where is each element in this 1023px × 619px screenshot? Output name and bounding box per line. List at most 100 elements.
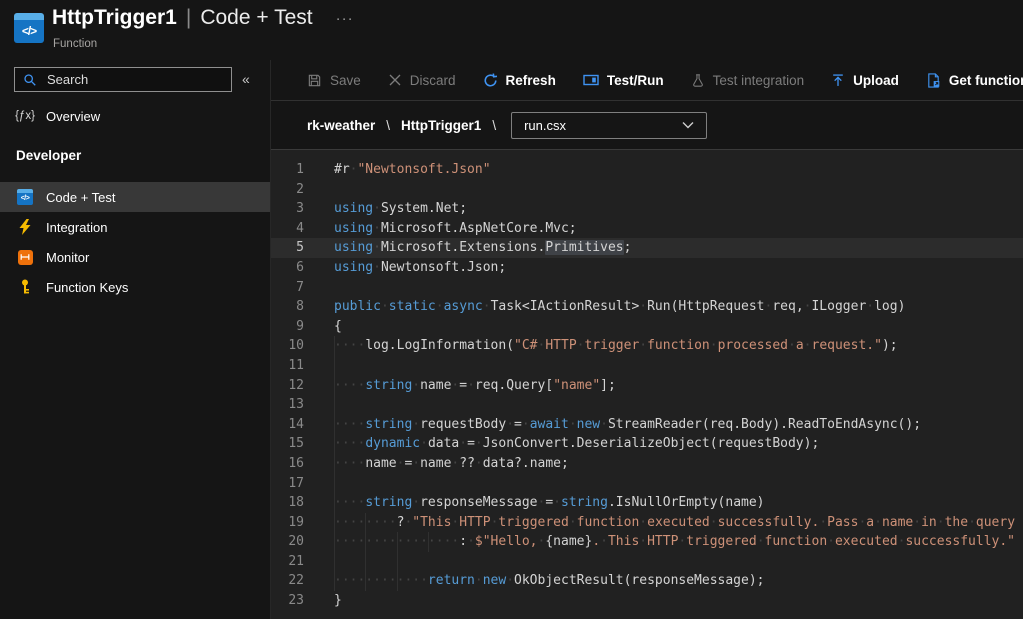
upload-button[interactable]: Upload bbox=[831, 73, 899, 88]
file-dropdown-value: run.csx bbox=[524, 118, 566, 133]
search-icon bbox=[23, 73, 37, 87]
line-number: 10 bbox=[271, 336, 304, 356]
sidebar-item-label: Function Keys bbox=[46, 280, 128, 295]
sidebar-item-monitor[interactable]: Monitor bbox=[0, 242, 270, 272]
code-line[interactable]: 7 bbox=[271, 278, 1023, 298]
line-number: 21 bbox=[271, 552, 304, 572]
refresh-button[interactable]: Refresh bbox=[483, 73, 556, 88]
sidebar-item-integration[interactable]: Integration bbox=[0, 212, 270, 242]
function-app-icon: </> bbox=[14, 13, 44, 43]
line-number: 1 bbox=[271, 160, 304, 180]
fx-icon: {ƒx} bbox=[16, 110, 34, 122]
line-number: 11 bbox=[271, 356, 304, 376]
discard-button: Discard bbox=[388, 73, 456, 88]
breadcrumb: rk-weather \ HttpTrigger1 \ run.csx bbox=[271, 101, 1023, 150]
sidebar-item-label: Integration bbox=[46, 220, 107, 235]
breadcrumb-separator: \ bbox=[492, 118, 496, 133]
page-subtitle: Function bbox=[53, 38, 97, 50]
save-icon bbox=[307, 73, 322, 88]
code-line[interactable]: 5using·Microsoft.Extensions.Primitives; bbox=[271, 238, 1023, 258]
get-function-url-button[interactable]: Get function URL bbox=[926, 73, 1023, 88]
sidebar-item-code-test[interactable]: </> Code + Test bbox=[0, 182, 270, 212]
search-box[interactable] bbox=[14, 67, 232, 92]
code-line[interactable]: 21 bbox=[271, 552, 1023, 572]
sidebar-item-label: Monitor bbox=[46, 250, 89, 265]
key-icon bbox=[16, 279, 34, 295]
monitor-icon bbox=[16, 250, 34, 265]
line-number: 22 bbox=[271, 571, 304, 591]
line-number: 4 bbox=[271, 219, 304, 239]
test-run-icon bbox=[583, 73, 599, 87]
main-content: Save Discard Refresh Test/Run Test integrati… bbox=[270, 60, 1023, 619]
code-editor[interactable]: 1#r·"Newtonsoft.Json"23using·System.Net;… bbox=[271, 150, 1023, 619]
toolbar-button-label: Get function URL bbox=[949, 73, 1023, 88]
code-line[interactable]: 4using·Microsoft.AspNetCore.Mvc; bbox=[271, 219, 1023, 239]
breadcrumb-function[interactable]: HttpTrigger1 bbox=[401, 118, 481, 133]
code-line[interactable]: 20················:·$"Hello,·{name}.·Thi… bbox=[271, 532, 1023, 552]
more-menu-button[interactable]: ··· bbox=[336, 10, 354, 27]
title-view-name: Code + Test bbox=[200, 6, 312, 30]
line-number: 6 bbox=[271, 258, 304, 278]
toolbar: Save Discard Refresh Test/Run Test integrati… bbox=[271, 60, 1023, 101]
toolbar-button-label: Test integration bbox=[713, 73, 805, 88]
toolbar-button-label: Test/Run bbox=[607, 73, 664, 88]
line-number: 16 bbox=[271, 454, 304, 474]
line-number: 2 bbox=[271, 180, 304, 200]
line-number: 8 bbox=[271, 297, 304, 317]
sidebar: « {ƒx} Overview Developer </>Code + Test… bbox=[0, 60, 270, 619]
code-line[interactable]: 10····log.LogInformation("C#·HTTP·trigge… bbox=[271, 336, 1023, 356]
lightning-icon bbox=[16, 219, 34, 235]
sidebar-collapse-button[interactable]: « bbox=[242, 71, 250, 87]
code-line[interactable]: 12····string·name·=·req.Query["name"]; bbox=[271, 376, 1023, 396]
code-line[interactable]: 17 bbox=[271, 474, 1023, 494]
code-line[interactable]: 19········?·"This·HTTP·triggered·functio… bbox=[271, 513, 1023, 533]
flask-icon bbox=[691, 73, 705, 88]
line-number: 14 bbox=[271, 415, 304, 435]
line-number: 12 bbox=[271, 376, 304, 396]
code-line[interactable]: 13 bbox=[271, 395, 1023, 415]
line-number: 23 bbox=[271, 591, 304, 611]
sidebar-item-overview[interactable]: {ƒx} Overview bbox=[0, 101, 286, 131]
sidebar-item-function-keys[interactable]: Function Keys bbox=[0, 272, 270, 302]
breadcrumb-app[interactable]: rk-weather bbox=[307, 118, 375, 133]
line-number: 19 bbox=[271, 513, 304, 533]
page-title: HttpTrigger1 | Code + Test ··· bbox=[52, 6, 354, 30]
discard-icon bbox=[388, 73, 402, 87]
toolbar-button-label: Discard bbox=[410, 73, 456, 88]
page-header: </> HttpTrigger1 | Code + Test ··· Funct… bbox=[0, 0, 1023, 60]
file-dropdown[interactable]: run.csx bbox=[511, 112, 707, 139]
breadcrumb-separator: \ bbox=[386, 118, 390, 133]
line-number: 20 bbox=[271, 532, 304, 552]
search-input[interactable] bbox=[45, 71, 223, 88]
code-line[interactable]: 15····dynamic·data·=·JsonConvert.Deseria… bbox=[271, 434, 1023, 454]
code-lines: 1#r·"Newtonsoft.Json"23using·System.Net;… bbox=[271, 160, 1023, 611]
code-line[interactable]: 8public·static·async·Task<IActionResult>… bbox=[271, 297, 1023, 317]
save-button: Save bbox=[307, 73, 361, 88]
refresh-icon bbox=[483, 73, 498, 88]
code-line[interactable]: 2 bbox=[271, 180, 1023, 200]
code-line[interactable]: 22············return·new·OkObjectResult(… bbox=[271, 571, 1023, 591]
code-line[interactable]: 9{ bbox=[271, 317, 1023, 337]
code-line[interactable]: 16····name·=·name·??·data?.name; bbox=[271, 454, 1023, 474]
code-line[interactable]: 11 bbox=[271, 356, 1023, 376]
sidebar-item-label: Code + Test bbox=[46, 190, 116, 205]
get-url-icon bbox=[926, 73, 941, 88]
line-number: 3 bbox=[271, 199, 304, 219]
title-function-name: HttpTrigger1 bbox=[52, 6, 177, 30]
code-line[interactable]: 14····string·requestBody·=·await·new·Str… bbox=[271, 415, 1023, 435]
line-number: 18 bbox=[271, 493, 304, 513]
line-number: 13 bbox=[271, 395, 304, 415]
code-window-icon: </> bbox=[16, 189, 34, 205]
line-number: 15 bbox=[271, 434, 304, 454]
code-line[interactable]: 6using·Newtonsoft.Json; bbox=[271, 258, 1023, 278]
code-line[interactable]: 23} bbox=[271, 591, 1023, 611]
code-glyph: </> bbox=[22, 24, 36, 38]
test-integration-button: Test integration bbox=[691, 73, 805, 88]
chevron-down-icon bbox=[682, 121, 694, 129]
sidebar-nav: </> Code + Test Integration Monitor Function… bbox=[0, 182, 270, 302]
toolbar-button-label: Save bbox=[330, 73, 361, 88]
code-line[interactable]: 1#r·"Newtonsoft.Json" bbox=[271, 160, 1023, 180]
test-run-button[interactable]: Test/Run bbox=[583, 73, 664, 88]
code-line[interactable]: 18····string·responseMessage·=·string.Is… bbox=[271, 493, 1023, 513]
code-line[interactable]: 3using·System.Net; bbox=[271, 199, 1023, 219]
